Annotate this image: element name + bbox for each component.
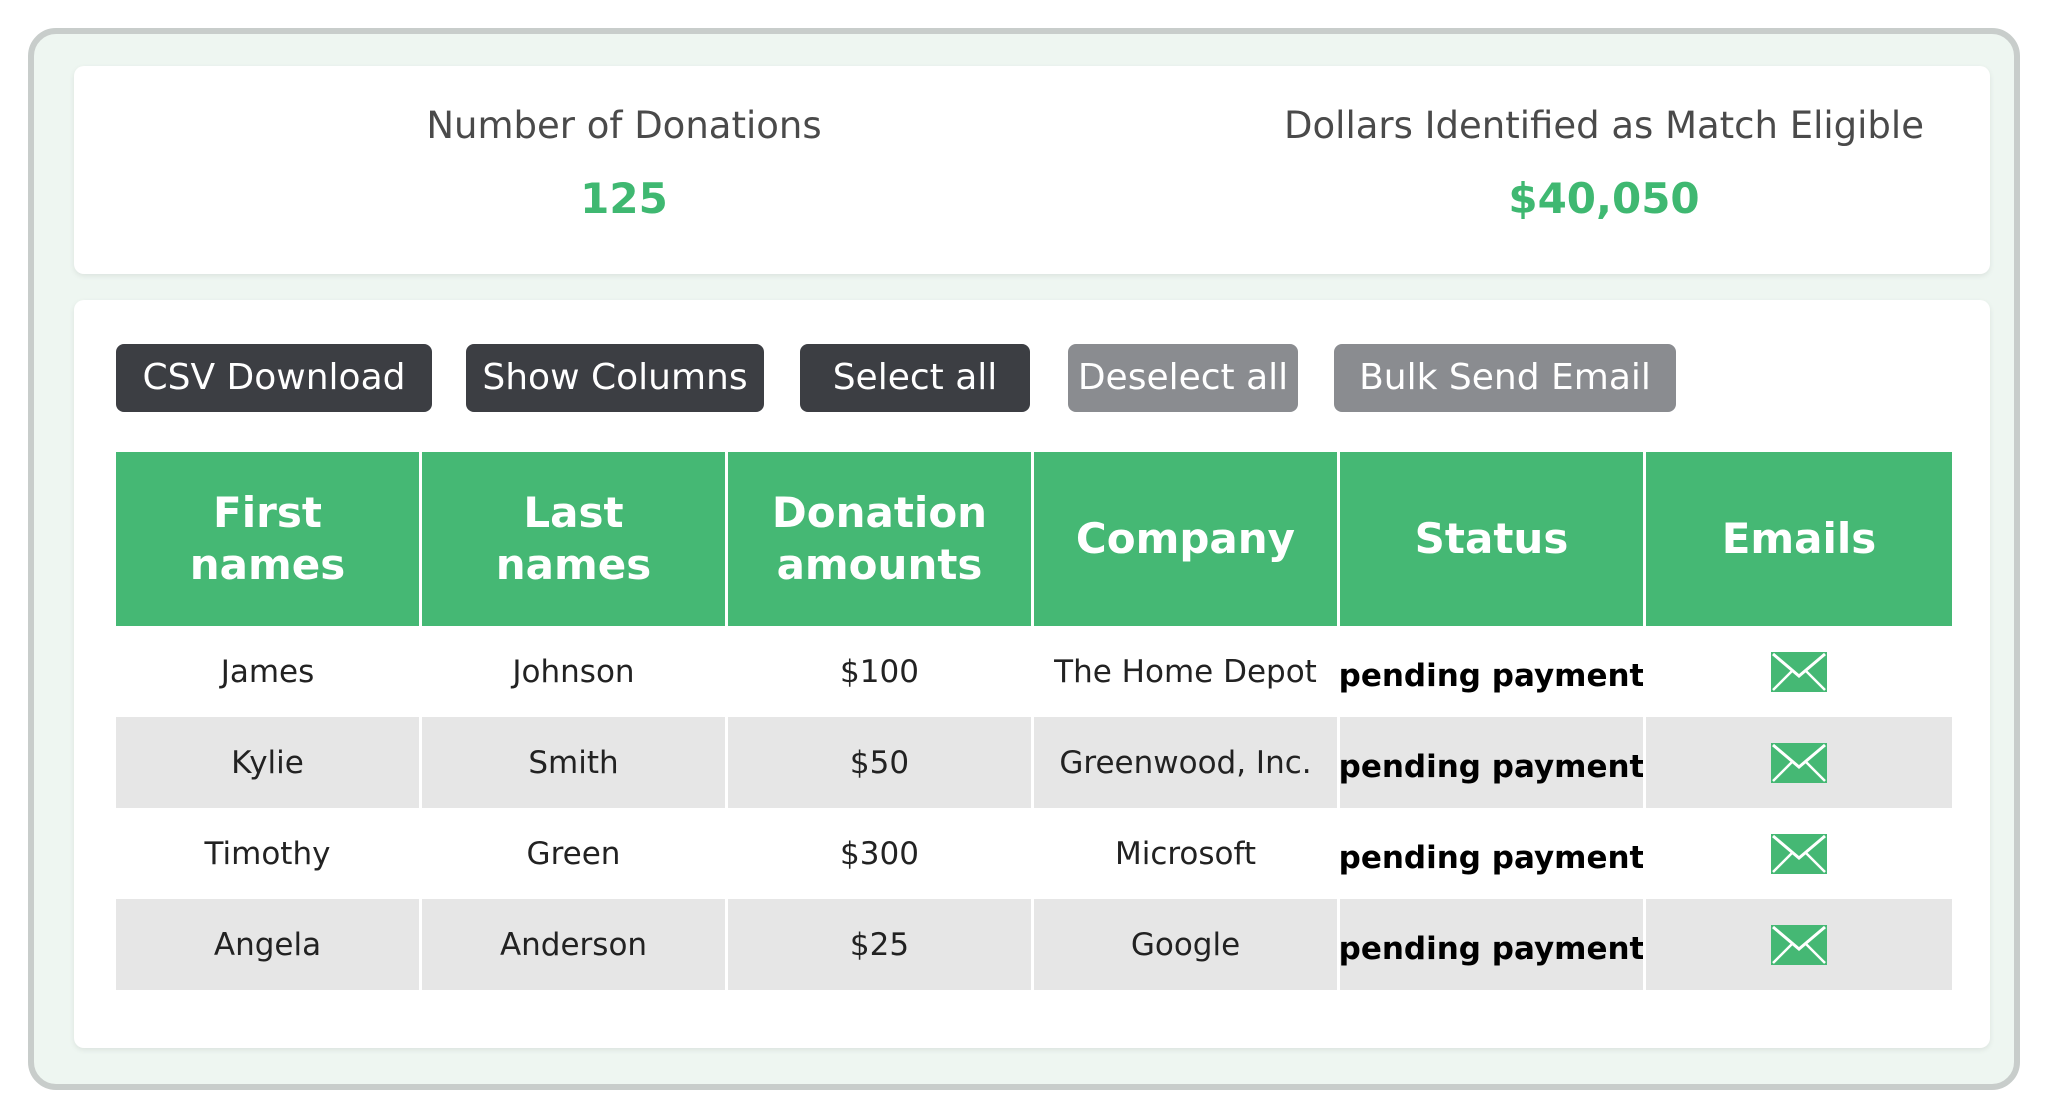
- table-header-row: First names Last names Donation amounts …: [116, 452, 1952, 626]
- donation-amount-cell: $100: [728, 626, 1034, 717]
- select-all-button[interactable]: Select all: [800, 344, 1030, 412]
- first-name-cell: Kylie: [116, 717, 422, 808]
- donation-amount-cell: $50: [728, 717, 1034, 808]
- email-cell: [1646, 899, 1952, 990]
- status-cell: pending payment: [1340, 808, 1646, 899]
- first-name-cell: Angela: [116, 899, 422, 990]
- table-row[interactable]: Kylie Smith $50 Greenwood, Inc. pending …: [116, 717, 1952, 808]
- donation-amount-cell: $300: [728, 808, 1034, 899]
- donation-amount-cell: $25: [728, 899, 1034, 990]
- company-cell: The Home Depot: [1034, 626, 1340, 717]
- stats-card: Number of Donations 125 Dollars Identifi…: [74, 66, 1990, 274]
- email-cell: [1646, 717, 1952, 808]
- donations-stat: Number of Donations 125: [254, 102, 994, 224]
- company-cell: Greenwood, Inc.: [1034, 717, 1340, 808]
- match-eligible-label: Dollars Identified as Match Eligible: [1284, 104, 1924, 147]
- header-first-names[interactable]: First names: [116, 452, 422, 626]
- mail-icon[interactable]: [1770, 651, 1828, 693]
- status-cell: pending payment: [1340, 626, 1646, 717]
- header-last-names[interactable]: Last names: [422, 452, 728, 626]
- header-emails[interactable]: Emails: [1646, 452, 1952, 626]
- csv-download-button[interactable]: CSV Download: [116, 344, 432, 412]
- email-cell: [1646, 626, 1952, 717]
- company-cell: Microsoft: [1034, 808, 1340, 899]
- bulk-send-email-button[interactable]: Bulk Send Email: [1334, 344, 1676, 412]
- status-cell: pending payment: [1340, 717, 1646, 808]
- match-eligible-value: $40,050: [1508, 174, 1700, 223]
- header-company[interactable]: Company: [1034, 452, 1340, 626]
- email-cell: [1646, 808, 1952, 899]
- match-eligible-stat: Dollars Identified as Match Eligible $40…: [1154, 102, 2048, 224]
- company-cell: Google: [1034, 899, 1340, 990]
- header-status[interactable]: Status: [1340, 452, 1646, 626]
- table-row[interactable]: James Johnson $100 The Home Depot pendin…: [116, 626, 1952, 717]
- last-name-cell: Anderson: [422, 899, 728, 990]
- mail-icon[interactable]: [1770, 833, 1828, 875]
- table-row[interactable]: Timothy Green $300 Microsoft pending pay…: [116, 808, 1952, 899]
- deselect-all-button[interactable]: Deselect all: [1068, 344, 1298, 412]
- show-columns-button[interactable]: Show Columns: [466, 344, 764, 412]
- donations-table-card: CSV Download Show Columns Select all Des…: [74, 300, 1990, 1048]
- mail-icon[interactable]: [1770, 924, 1828, 966]
- mail-icon[interactable]: [1770, 742, 1828, 784]
- first-name-cell: Timothy: [116, 808, 422, 899]
- table-row[interactable]: Angela Anderson $25 Google pending payme…: [116, 899, 1952, 990]
- donations-label: Number of Donations: [426, 104, 822, 147]
- last-name-cell: Green: [422, 808, 728, 899]
- last-name-cell: Smith: [422, 717, 728, 808]
- donations-table: First names Last names Donation amounts …: [116, 452, 1952, 990]
- dashboard-frame: Number of Donations 125 Dollars Identifi…: [28, 28, 2020, 1090]
- header-donation-amounts[interactable]: Donation amounts: [728, 452, 1034, 626]
- donations-value: 125: [580, 174, 668, 223]
- status-cell: pending payment: [1340, 899, 1646, 990]
- first-name-cell: James: [116, 626, 422, 717]
- last-name-cell: Johnson: [422, 626, 728, 717]
